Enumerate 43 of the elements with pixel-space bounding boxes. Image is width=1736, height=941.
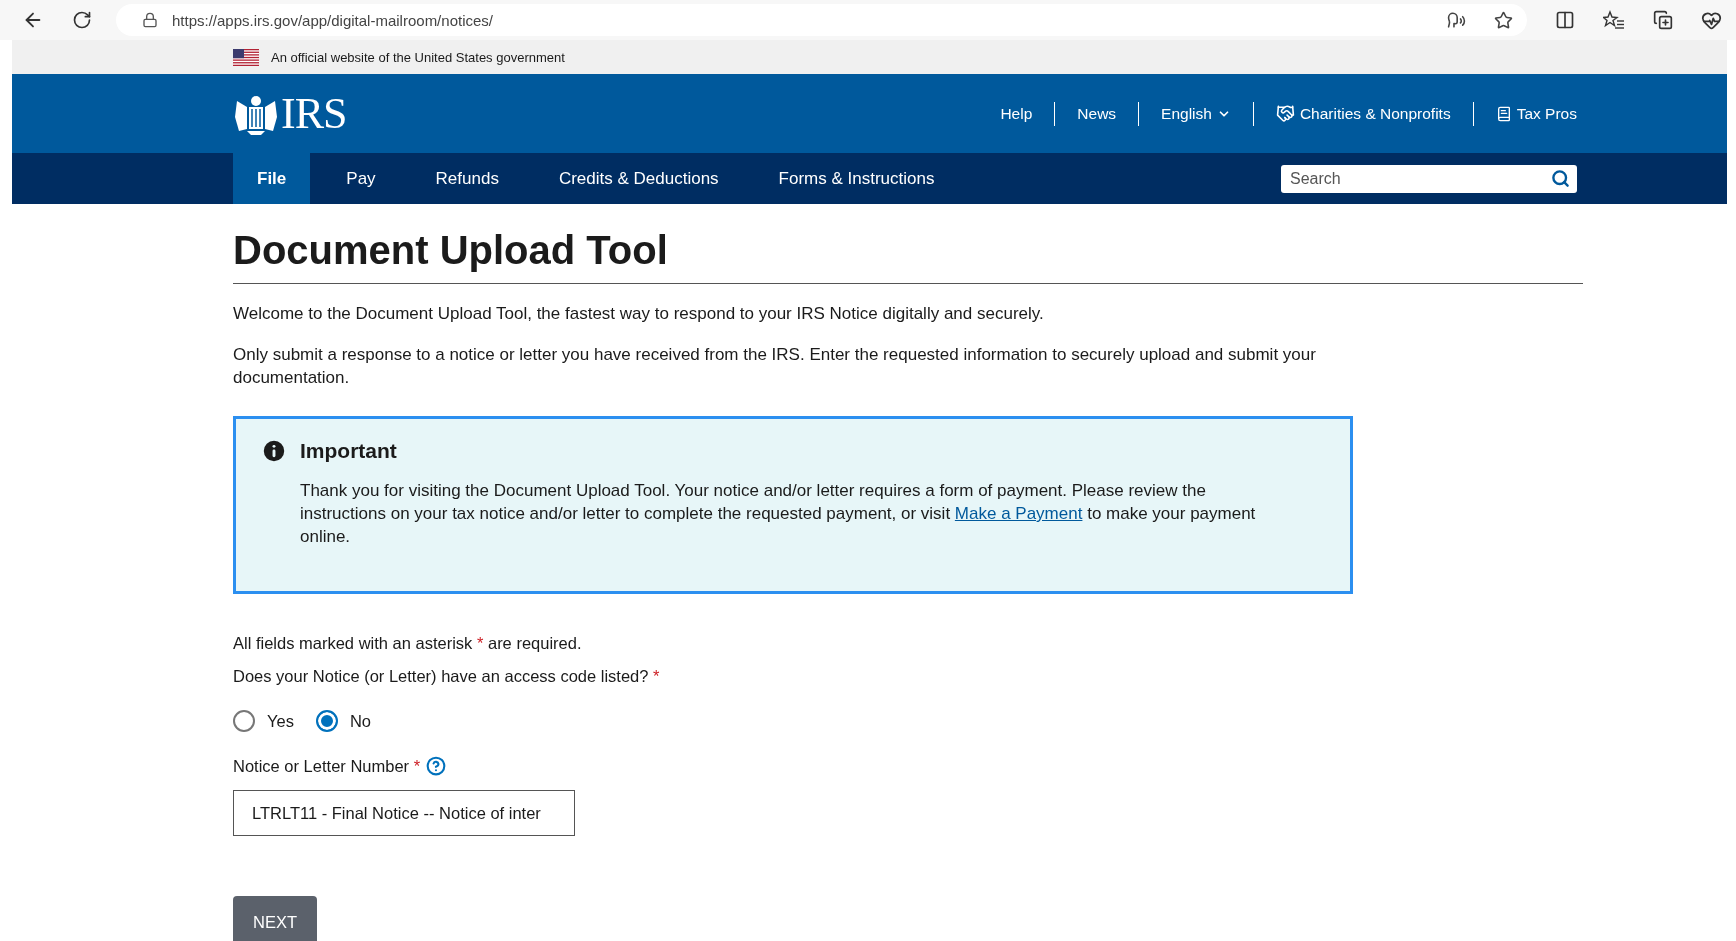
question-label: Does your Notice (or Letter) have an access code listed? * [233, 667, 661, 686]
search-icon[interactable] [1551, 168, 1570, 188]
nav-tab[interactable]: Pay [322, 153, 400, 204]
help-icon[interactable] [426, 756, 447, 776]
intro-paragraph: Only submit a response to a notice or letter you have received from the IRS. Enter the requested information to securely upload and submit your documentation. [233, 344, 1317, 389]
address-bar[interactable]: https://apps.irs.gov/app/digital-mailroom/notices/ [116, 4, 1527, 36]
notice-number-field[interactable]: LTRLT11 - Final Notice -- Notice of inter [233, 790, 575, 836]
make-a-payment-link[interactable]: Make a Payment [954, 504, 1083, 523]
read-aloud-icon[interactable] [1447, 10, 1466, 30]
utility-link[interactable]: News [1054, 101, 1139, 126]
page-title: Document Upload Tool [233, 228, 1583, 284]
collections-icon[interactable] [1653, 10, 1673, 30]
split-screen-icon[interactable] [1555, 10, 1575, 30]
nav-tab[interactable]: File [233, 153, 311, 204]
radio-button[interactable] [315, 710, 338, 732]
url-text: https://apps.irs.gov/app/digital-mailroom/notices/ [172, 11, 494, 29]
intro-paragraph: Welcome to the Document Upload Tool, the fastest way to respond to your IRS Notice digitally and securely. [233, 303, 1045, 325]
book-icon [1495, 105, 1512, 122]
next-button[interactable]: NEXT [233, 896, 317, 941]
info-icon [260, 437, 288, 465]
radio-label[interactable]: Yes [267, 711, 294, 731]
alert-title: Important [300, 439, 397, 463]
reload-icon[interactable] [72, 10, 92, 30]
utility-link[interactable]: English [1138, 101, 1253, 126]
star-icon[interactable] [1494, 10, 1513, 30]
required-note: All fields marked with an asterisk * are required. [233, 634, 583, 653]
nav-tab[interactable]: Credits & Deductions [534, 153, 743, 204]
irs-logo[interactable]: IRS [281, 88, 347, 139]
nav-tab[interactable]: Forms & Instructions [754, 153, 959, 204]
official-website-text: An official website of the United States government [271, 49, 565, 65]
radio-label[interactable]: No [349, 711, 371, 731]
nav-tab[interactable]: Refunds [411, 153, 523, 204]
handshake-icon [1275, 104, 1295, 123]
favorites-icon[interactable] [1603, 10, 1625, 30]
us-flag-icon [233, 48, 259, 66]
radio-button[interactable] [233, 710, 255, 732]
utility-link[interactable]: Tax Pros [1472, 101, 1577, 126]
lock-icon [142, 12, 158, 28]
field-label: Notice or Letter Number * [233, 756, 421, 776]
utility-link[interactable]: Help [978, 101, 1055, 126]
utility-link[interactable]: Charities & Nonprofits [1252, 101, 1473, 126]
search-field[interactable]: Search [1281, 164, 1577, 193]
alert-text: Thank you for visiting the Document Upload Tool. Your notice and/or letter requires a form of payment. Please review the instructions on your tax notice and/or letter to complete the requested payment, or visit Make a Payment to make your payment online. [300, 480, 1257, 548]
